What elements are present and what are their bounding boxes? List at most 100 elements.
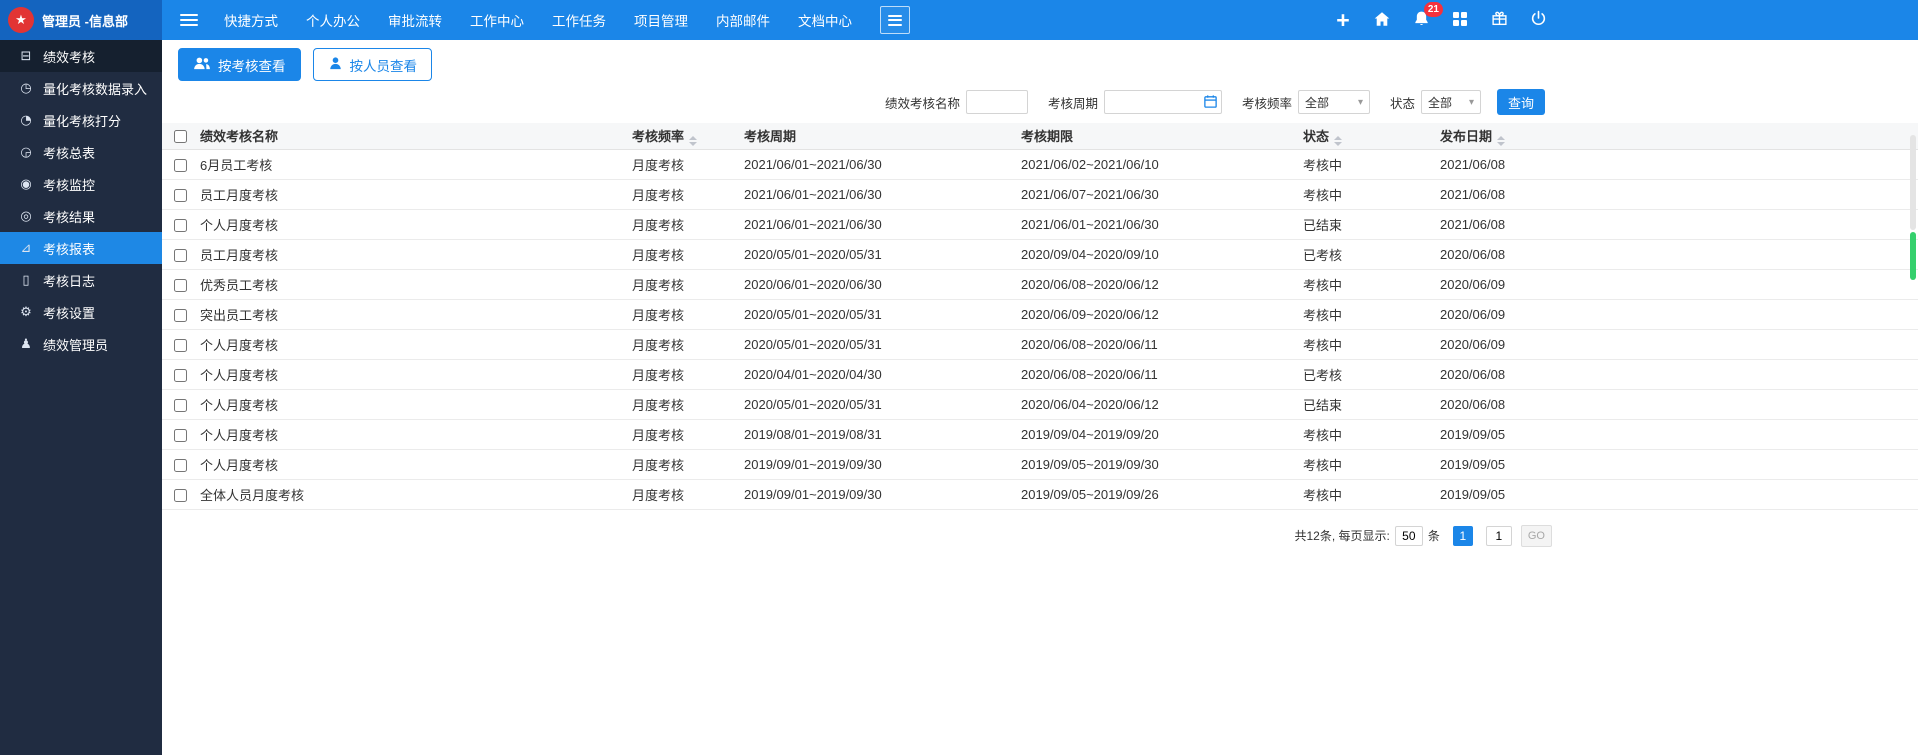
chart-icon: ⊿ xyxy=(18,241,34,256)
add-button[interactable]: + xyxy=(1333,10,1353,30)
calendar-icon[interactable] xyxy=(1203,94,1218,112)
table-row[interactable]: 个人月度考核月度考核2020/05/01~2020/05/312020/06/0… xyxy=(162,329,1918,359)
row-checkbox[interactable] xyxy=(174,459,187,472)
scrollbar-thumb[interactable] xyxy=(1910,135,1916,230)
row-checkbox[interactable] xyxy=(174,219,187,232)
apps-grid-button[interactable] xyxy=(1450,10,1470,30)
gift-button[interactable] xyxy=(1489,10,1509,30)
tab-by-assessment[interactable]: 按考核查看 xyxy=(178,48,301,81)
table-row[interactable]: 6月员工考核月度考核2021/06/01~2021/06/302021/06/0… xyxy=(162,149,1918,179)
table-row[interactable]: 员工月度考核月度考核2021/06/01~2021/06/302021/06/0… xyxy=(162,179,1918,209)
go-button[interactable]: GO xyxy=(1521,525,1552,547)
row-checkbox[interactable] xyxy=(174,279,187,292)
row-period: 2020/04/01~2020/04/30 xyxy=(736,359,1013,389)
table-row[interactable]: 个人月度考核月度考核2019/09/01~2019/09/302019/09/0… xyxy=(162,449,1918,479)
table-row[interactable]: 个人月度考核月度考核2019/08/01~2019/08/312019/09/0… xyxy=(162,419,1918,449)
sidebar-item-quant-scoring[interactable]: ◔量化考核打分 xyxy=(0,104,162,136)
monitor-icon: ⊟ xyxy=(18,49,34,64)
table-row[interactable]: 个人月度考核月度考核2020/05/01~2020/05/312020/06/0… xyxy=(162,389,1918,419)
row-period: 2020/05/01~2020/05/31 xyxy=(736,389,1013,419)
filter-frequency-label: 考核频率 xyxy=(1242,93,1292,112)
chevron-down-icon: ▾ xyxy=(1358,97,1363,108)
row-checkbox[interactable] xyxy=(174,399,187,412)
row-checkbox[interactable] xyxy=(174,489,187,502)
row-period: 2020/05/01~2020/05/31 xyxy=(736,299,1013,329)
row-checkbox[interactable] xyxy=(174,159,187,172)
table-header-row: 绩效考核名称 考核频率 考核周期 考核期限 状态 发布日期 xyxy=(162,123,1918,149)
table-row[interactable]: 优秀员工考核月度考核2020/06/01~2020/06/302020/06/0… xyxy=(162,269,1918,299)
view-tabs: 按考核查看 按人员查看 xyxy=(162,40,1918,87)
sidebar-item-label: 量化考核打分 xyxy=(43,111,121,130)
search-button[interactable]: 查询 xyxy=(1497,89,1545,115)
row-checkbox[interactable] xyxy=(174,429,187,442)
user-icon: ♟ xyxy=(18,337,34,352)
topbar-nav: 快捷方式 个人办公 审批流转 工作中心 工作任务 项目管理 内部邮件 文档中心 xyxy=(224,8,852,32)
sidebar-item-assessment-settings[interactable]: ⚙考核设置 xyxy=(0,296,162,328)
sidebar-item-quant-data-entry[interactable]: ◷量化考核数据录入 xyxy=(0,72,162,104)
row-name: 员工月度考核 xyxy=(192,179,624,209)
row-name: 6月员工考核 xyxy=(192,149,624,179)
sidebar-item-assessment-result[interactable]: ◎考核结果 xyxy=(0,200,162,232)
nav-item-internal-mail[interactable]: 内部邮件 xyxy=(716,8,770,32)
sidebar-item-label: 绩效管理员 xyxy=(43,335,108,354)
row-deadline: 2020/06/08~2020/06/11 xyxy=(1013,359,1295,389)
scroll-position-indicator[interactable] xyxy=(1910,232,1916,280)
home-button[interactable] xyxy=(1372,10,1392,30)
logout-button[interactable] xyxy=(1528,10,1548,30)
nav-item-document-center[interactable]: 文档中心 xyxy=(798,8,852,32)
collapse-menu-button[interactable] xyxy=(180,11,198,29)
goto-page-input[interactable] xyxy=(1486,526,1512,546)
row-deadline: 2020/06/08~2020/06/12 xyxy=(1013,269,1295,299)
row-name: 个人月度考核 xyxy=(192,329,624,359)
tab-by-person[interactable]: 按人员查看 xyxy=(313,48,433,81)
sidebar-item-assessment-monitor[interactable]: ◉考核监控 xyxy=(0,168,162,200)
row-checkbox[interactable] xyxy=(174,369,187,382)
plus-icon: + xyxy=(1336,11,1349,29)
row-checkbox[interactable] xyxy=(174,249,187,262)
sidebar-item-assessment-summary[interactable]: ◶考核总表 xyxy=(0,136,162,168)
row-frequency: 月度考核 xyxy=(624,359,736,389)
row-checkbox[interactable] xyxy=(174,339,187,352)
notifications-button[interactable]: 21 xyxy=(1411,10,1431,30)
assessment-name-input[interactable] xyxy=(966,90,1028,114)
row-checkbox[interactable] xyxy=(174,189,187,202)
table-row[interactable]: 全体人员月度考核月度考核2019/09/01~2019/09/302019/09… xyxy=(162,479,1918,509)
column-header-status[interactable]: 状态 xyxy=(1295,123,1432,149)
sidebar-item-assessment-log[interactable]: ▯考核日志 xyxy=(0,264,162,296)
table-row[interactable]: 突出员工考核月度考核2020/05/01~2020/05/312020/06/0… xyxy=(162,299,1918,329)
tab-label: 按考核查看 xyxy=(218,55,286,75)
row-deadline: 2020/06/04~2020/06/12 xyxy=(1013,389,1295,419)
brand: ★ 管理员 -信息部 xyxy=(0,0,162,40)
row-name: 优秀员工考核 xyxy=(192,269,624,299)
nav-item-work-tasks[interactable]: 工作任务 xyxy=(552,8,606,32)
table-row[interactable]: 员工月度考核月度考核2020/05/01~2020/05/312020/09/0… xyxy=(162,239,1918,269)
column-header-frequency[interactable]: 考核频率 xyxy=(624,123,736,149)
sidebar-item-label: 考核报表 xyxy=(43,239,95,258)
sidebar-item-assessment-report[interactable]: ⊿ 考核报表 xyxy=(0,232,162,264)
frequency-select[interactable]: 全部 ▾ xyxy=(1298,90,1370,114)
nav-item-personal-office[interactable]: 个人办公 xyxy=(306,8,360,32)
table-row[interactable]: 个人月度考核月度考核2021/06/01~2021/06/302021/06/0… xyxy=(162,209,1918,239)
status-select[interactable]: 全部 ▾ xyxy=(1421,90,1481,114)
row-status: 已结束 xyxy=(1295,209,1432,239)
sidebar-item-performance-assessment[interactable]: ⊟绩效考核 xyxy=(0,40,162,72)
select-all-checkbox[interactable] xyxy=(174,130,187,143)
hamburger-icon xyxy=(888,12,902,28)
page-1-button[interactable]: 1 xyxy=(1453,526,1473,546)
page-size-input[interactable] xyxy=(1395,526,1423,546)
status-select-value: 全部 xyxy=(1428,94,1452,111)
nav-item-shortcuts[interactable]: 快捷方式 xyxy=(224,8,278,32)
nav-item-approval-flow[interactable]: 审批流转 xyxy=(388,8,442,32)
row-deadline: 2019/09/04~2019/09/20 xyxy=(1013,419,1295,449)
module-menu-button[interactable] xyxy=(880,6,910,34)
tab-label: 按人员查看 xyxy=(350,55,418,75)
sidebar-item-performance-admin[interactable]: ♟ 绩效管理员 xyxy=(0,328,162,360)
nav-item-project-management[interactable]: 项目管理 xyxy=(634,8,688,32)
nav-item-work-center[interactable]: 工作中心 xyxy=(470,8,524,32)
column-header-publish-date[interactable]: 发布日期 xyxy=(1432,123,1918,149)
row-checkbox[interactable] xyxy=(174,309,187,322)
home-icon xyxy=(1373,10,1391,31)
sort-icon xyxy=(689,136,697,146)
row-status: 考核中 xyxy=(1295,179,1432,209)
table-row[interactable]: 个人月度考核月度考核2020/04/01~2020/04/302020/06/0… xyxy=(162,359,1918,389)
